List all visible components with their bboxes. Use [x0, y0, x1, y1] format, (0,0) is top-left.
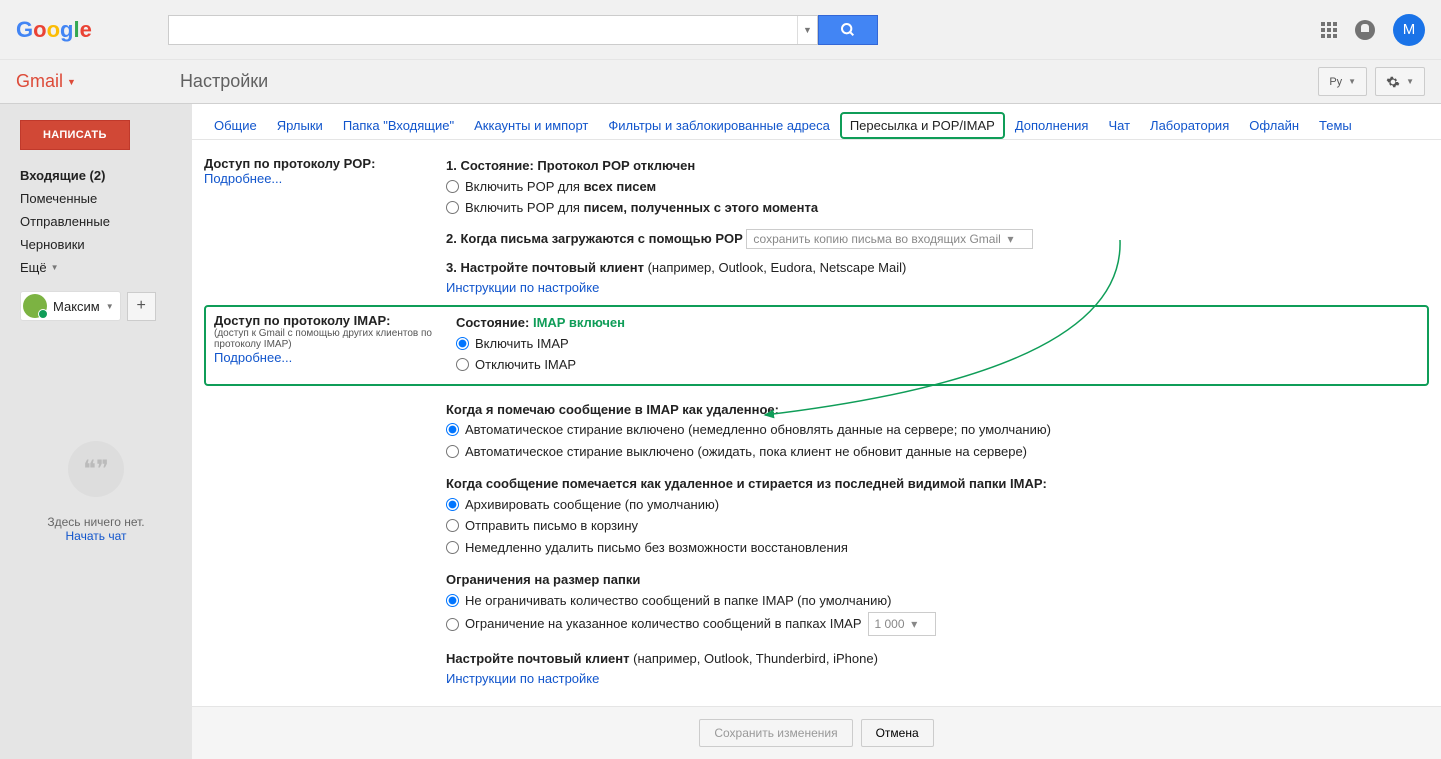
cancel-button[interactable]: Отмена [861, 719, 934, 747]
caret-down-icon: ▼ [67, 77, 76, 87]
sidebar-item-starred[interactable]: Помеченные [20, 187, 192, 210]
pop-status-label: 1. Состояние: Протокол POP отключен [446, 156, 1429, 176]
tab-addons[interactable]: Дополнения [1005, 112, 1099, 139]
search-input[interactable] [169, 16, 797, 44]
user-presence-avatar [23, 294, 47, 318]
google-logo[interactable]: Google [16, 13, 108, 46]
tab-labels[interactable]: Ярлыки [267, 112, 333, 139]
imap-learn-more-link[interactable]: Подробнее... [214, 350, 292, 365]
imap-heading: Доступ по протоколу IMAP: [214, 313, 444, 328]
expunge-delete-radio[interactable] [446, 541, 459, 554]
pop-action-select[interactable]: сохранить копию письма во входящих Gmail… [746, 229, 1032, 249]
search-icon [840, 22, 856, 38]
folder-limit-heading: Ограничения на размер папки [446, 570, 1429, 590]
imap-disable-radio[interactable] [456, 358, 469, 371]
sidebar-item-sent[interactable]: Отправленные [20, 210, 192, 233]
expunge-trash-radio[interactable] [446, 519, 459, 532]
hangouts-user-chip[interactable]: Максим ▼ [20, 291, 121, 321]
account-avatar[interactable]: М [1393, 14, 1425, 46]
sidebar-item-more[interactable]: Ещё▼ [20, 256, 192, 279]
tab-filters[interactable]: Фильтры и заблокированные адреса [598, 112, 839, 139]
imap-setup-instructions-link[interactable]: Инструкции по настройке [446, 671, 599, 686]
imap-highlight-box: Доступ по протоколу IMAP: (доступ к Gmai… [204, 305, 1429, 386]
add-contact-button[interactable]: + [127, 292, 156, 321]
hangouts-start-chat-link[interactable]: Начать чат [20, 529, 172, 543]
hangouts-icon: ❝❞ [68, 441, 124, 497]
tab-chat[interactable]: Чат [1098, 112, 1140, 139]
sidebar-item-drafts[interactable]: Черновики [20, 233, 192, 256]
search-box: ▼ [168, 15, 818, 45]
gmail-dropdown[interactable]: Gmail▼ [16, 71, 76, 92]
sidebar-item-inbox[interactable]: Входящие (2) [20, 164, 192, 187]
pop-setup-instructions-link[interactable]: Инструкции по настройке [446, 280, 599, 295]
input-language-button[interactable]: Ру▼ [1318, 67, 1367, 96]
auto-expunge-on-radio[interactable] [446, 423, 459, 436]
folder-nolimit-radio[interactable] [446, 594, 459, 607]
search-button[interactable] [818, 15, 878, 45]
settings-tabs: Общие Ярлыки Папка "Входящие" Аккаунты и… [192, 104, 1441, 140]
imap-subtext: (доступ к Gmail с помощью других клиенто… [214, 328, 444, 350]
save-changes-button[interactable]: Сохранить изменения [699, 719, 852, 747]
imap-status-value: IMAP включен [533, 315, 625, 330]
notifications-icon[interactable] [1355, 20, 1375, 40]
pop-heading: Доступ по протоколу POP: [204, 156, 434, 171]
pop-learn-more-link[interactable]: Подробнее... [204, 171, 282, 186]
tab-inbox[interactable]: Папка "Входящие" [333, 112, 464, 139]
tab-themes[interactable]: Темы [1309, 112, 1362, 139]
folder-limit-radio[interactable] [446, 618, 459, 631]
gear-icon [1386, 75, 1400, 89]
compose-button[interactable]: НАПИСАТЬ [20, 120, 130, 150]
expunge-archive-radio[interactable] [446, 498, 459, 511]
tab-general[interactable]: Общие [204, 112, 267, 139]
folder-limit-select[interactable]: 1 000 ▾ [868, 612, 937, 636]
imap-enable-radio[interactable] [456, 337, 469, 350]
search-dropdown-icon[interactable]: ▼ [797, 16, 817, 44]
tab-forwarding-pop-imap[interactable]: Пересылка и POP/IMAP [840, 112, 1005, 139]
auto-expunge-off-radio[interactable] [446, 445, 459, 458]
tab-labs[interactable]: Лаборатория [1140, 112, 1239, 139]
settings-gear-button[interactable]: ▼ [1375, 67, 1425, 96]
imap-expunge-heading: Когда сообщение помечается как удаленное… [446, 474, 1429, 494]
hangouts-empty-text: Здесь ничего нет. [20, 515, 172, 529]
page-title: Настройки [180, 71, 268, 92]
pop-enable-new-radio[interactable] [446, 201, 459, 214]
pop-enable-all-radio[interactable] [446, 180, 459, 193]
tab-offline[interactable]: Офлайн [1239, 112, 1309, 139]
tab-accounts[interactable]: Аккаунты и импорт [464, 112, 598, 139]
apps-icon[interactable] [1321, 22, 1337, 38]
imap-delete-heading: Когда я помечаю сообщение в IMAP как уда… [446, 400, 1429, 420]
